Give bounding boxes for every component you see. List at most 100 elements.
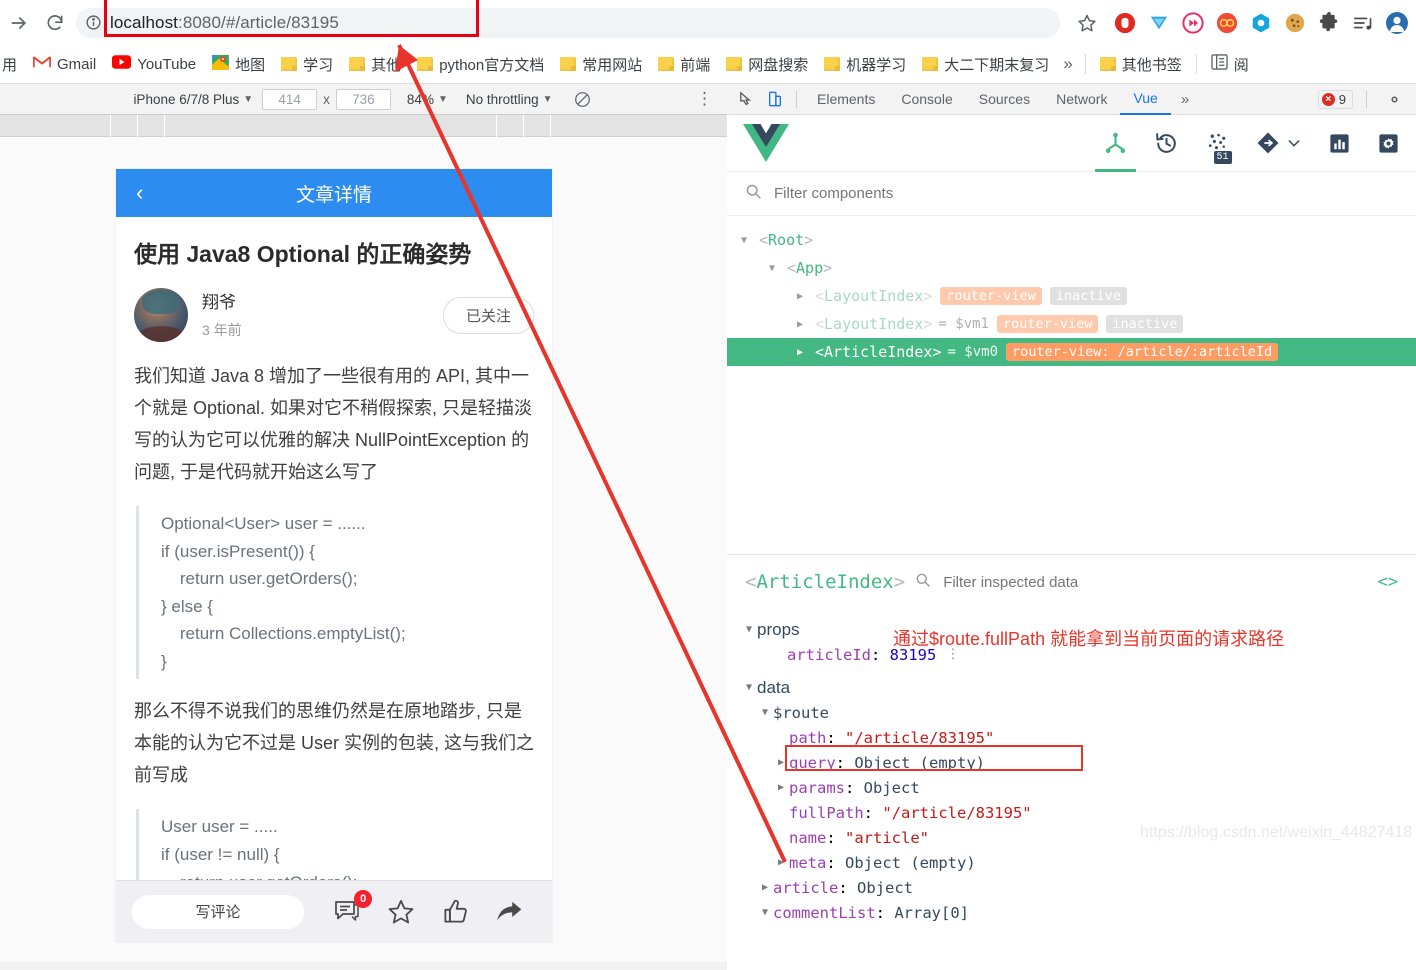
mobile-page: ‹ 文章详情 使用 Java8 Optional 的正确姿势 翔爷 3 年前 已… <box>116 169 552 942</box>
tampermonkey-icon[interactable] <box>1142 6 1176 40</box>
vue-tool-buttons: 51 <box>1095 115 1400 172</box>
address-bar[interactable]: localhost:8080/#/article/83195 <box>76 0 1060 38</box>
vuex-state-icon[interactable]: 51 <box>1205 115 1232 172</box>
bookmark-folder-other-bookmarks[interactable]: 其他书签 <box>1092 50 1190 78</box>
expand-arrow-icon[interactable]: ▼ <box>757 707 773 718</box>
settings-gear-icon[interactable] <box>1377 115 1400 172</box>
inspector-row-params[interactable]: ▶ params: Object <box>727 775 1416 800</box>
inspector-row-meta[interactable]: ▶ meta: Object (empty) <box>727 850 1416 875</box>
profile-avatar-icon[interactable] <box>1380 6 1414 40</box>
tree-node-layoutindex-1[interactable]: ▶ <LayoutIndex> router-view inactive <box>727 282 1416 310</box>
more-vertical-icon[interactable]: ⋮ <box>696 90 713 107</box>
throttling-selector[interactable]: No throttling ▼ <box>457 92 562 107</box>
bookmark-item-gmail[interactable]: Gmail <box>25 50 104 78</box>
expand-arrow-icon[interactable]: ▶ <box>773 782 789 793</box>
devtools-tabs-overflow[interactable]: » <box>1171 91 1199 108</box>
bookmark-folder-study[interactable]: 学习 <box>273 50 341 78</box>
video-downloader-icon[interactable] <box>1176 6 1210 40</box>
bookmark-folder-other[interactable]: 其他 <box>341 50 409 78</box>
music-playlist-icon[interactable] <box>1346 6 1380 40</box>
avatar[interactable] <box>134 288 188 343</box>
reload-button[interactable] <box>38 6 72 40</box>
url-path: :8080/#/article/83195 <box>178 12 339 32</box>
thumbs-up-icon[interactable] <box>442 898 469 925</box>
performance-chart-icon[interactable] <box>1328 115 1351 172</box>
tree-node-app[interactable]: ▼ <App> <box>727 254 1416 282</box>
expand-arrow-icon[interactable]: ▼ <box>741 682 757 693</box>
code-brackets-icon[interactable]: <> <box>1378 572 1398 592</box>
bookmark-item-youtube[interactable]: YouTube <box>104 50 204 78</box>
tree-node-articleindex[interactable]: ▶ <ArticleIndex> = $vm0 router-view: /ar… <box>727 338 1416 366</box>
bookmark-folder-frontend[interactable]: 前端 <box>650 50 718 78</box>
data-key: $route <box>773 703 829 722</box>
hexagon-icon[interactable] <box>1244 6 1278 40</box>
expand-arrow-icon[interactable]: ▶ <box>797 291 815 302</box>
bookmark-item-maps[interactable]: 地图 <box>204 50 273 78</box>
inspector-row-fullpath[interactable]: fullPath: "/article/83195" <box>727 800 1416 825</box>
share-arrow-icon[interactable] <box>495 899 523 925</box>
expand-arrow-icon[interactable]: ▼ <box>741 235 759 246</box>
folder-icon <box>349 57 366 71</box>
reading-list-button[interactable]: 阅 <box>1203 50 1257 78</box>
components-tree-icon[interactable] <box>1095 115 1136 172</box>
bookmark-folder-common-sites[interactable]: 常用网站 <box>552 50 650 78</box>
gear-icon[interactable] <box>1380 86 1408 112</box>
bookmark-folder-machine-learning[interactable]: 机器学习 <box>816 50 914 78</box>
puzzle-extensions-icon[interactable] <box>1312 6 1346 40</box>
bookmark-folder-python-docs[interactable]: python官方文档 <box>409 50 552 78</box>
inspector-row-query[interactable]: ▶ query: Object (empty) <box>727 750 1416 775</box>
data-value: "/article/83195" <box>882 803 1032 822</box>
expand-arrow-icon[interactable]: ▶ <box>797 319 815 330</box>
bookmark-item-apps[interactable]: 用 <box>0 50 25 78</box>
bookmark-star-icon[interactable] <box>1070 13 1104 33</box>
data-key: fullPath <box>789 803 864 822</box>
tab-console[interactable]: Console <box>888 84 965 115</box>
expand-arrow-icon[interactable]: ▶ <box>757 882 773 893</box>
follow-button[interactable]: 已关注 <box>442 296 534 334</box>
expand-arrow-icon[interactable]: ▼ <box>769 263 787 274</box>
device-height-input[interactable]: 736 <box>335 88 391 110</box>
adblock-icon[interactable] <box>1108 6 1142 40</box>
inspector-row-path[interactable]: path: "/article/83195" <box>727 725 1416 750</box>
device-toolbar-icon[interactable] <box>761 86 789 112</box>
device-width-input[interactable]: 414 <box>262 88 318 110</box>
tab-elements[interactable]: Elements <box>804 84 888 115</box>
tree-node-layoutindex-2[interactable]: ▶ <LayoutIndex> = $vm1 router-view inact… <box>727 310 1416 338</box>
inspector-row-route[interactable]: ▼ $route <box>727 700 1416 725</box>
cookie-icon[interactable] <box>1278 6 1312 40</box>
tree-node-name: LayoutIndex <box>824 287 924 305</box>
error-count-badge[interactable]: × 9 <box>1317 89 1353 109</box>
bookmark-folder-netdisk-search[interactable]: 网盘搜索 <box>718 50 816 78</box>
inspect-element-icon[interactable] <box>733 86 761 112</box>
zoom-selector[interactable]: 84% ▼ <box>391 92 457 107</box>
tab-sources[interactable]: Sources <box>966 84 1043 115</box>
timeline-history-icon[interactable] <box>1154 115 1179 172</box>
chevron-left-icon[interactable]: ‹ <box>136 182 143 204</box>
bookmark-folder-final-review[interactable]: 大二下期末复习 <box>914 50 1057 78</box>
forward-button[interactable] <box>2 6 36 40</box>
page-info-icon[interactable] <box>76 14 110 31</box>
device-name: iPhone 6/7/8 Plus <box>133 91 240 107</box>
routes-icon[interactable] <box>1256 115 1302 172</box>
infinity-icon[interactable] <box>1210 6 1244 40</box>
filter-components-input[interactable] <box>772 184 1360 203</box>
tree-node-root[interactable]: ▼ <Root> <box>727 226 1416 254</box>
expand-arrow-icon[interactable]: ▼ <box>757 907 773 918</box>
rotate-icon[interactable] <box>562 91 603 108</box>
star-outline-icon[interactable] <box>387 898 415 925</box>
write-comment-button[interactable]: 写评论 <box>132 894 304 929</box>
address-bar-url[interactable]: localhost:8080/#/article/83195 <box>110 13 339 33</box>
inspector-group-data[interactable]: ▼ data <box>727 675 1416 700</box>
tab-vue[interactable]: Vue <box>1120 84 1171 115</box>
inspector-row-commentlist[interactable]: ▼ commentList: Array[0] <box>727 900 1416 925</box>
expand-arrow-icon[interactable]: ▼ <box>741 624 757 635</box>
filter-inspected-data-input[interactable] <box>941 572 1182 592</box>
inspector-row-article[interactable]: ▶ article: Object <box>727 875 1416 900</box>
device-selector[interactable]: iPhone 6/7/8 Plus ▼ <box>124 92 262 107</box>
expand-arrow-icon[interactable]: ▶ <box>773 857 789 868</box>
expand-arrow-icon[interactable]: ▶ <box>773 757 789 768</box>
tab-network[interactable]: Network <box>1043 84 1120 115</box>
comment-icon[interactable]: 0 <box>333 889 373 925</box>
expand-arrow-icon[interactable]: ▶ <box>797 347 815 358</box>
bookmarks-overflow-button[interactable]: » <box>1057 54 1078 74</box>
